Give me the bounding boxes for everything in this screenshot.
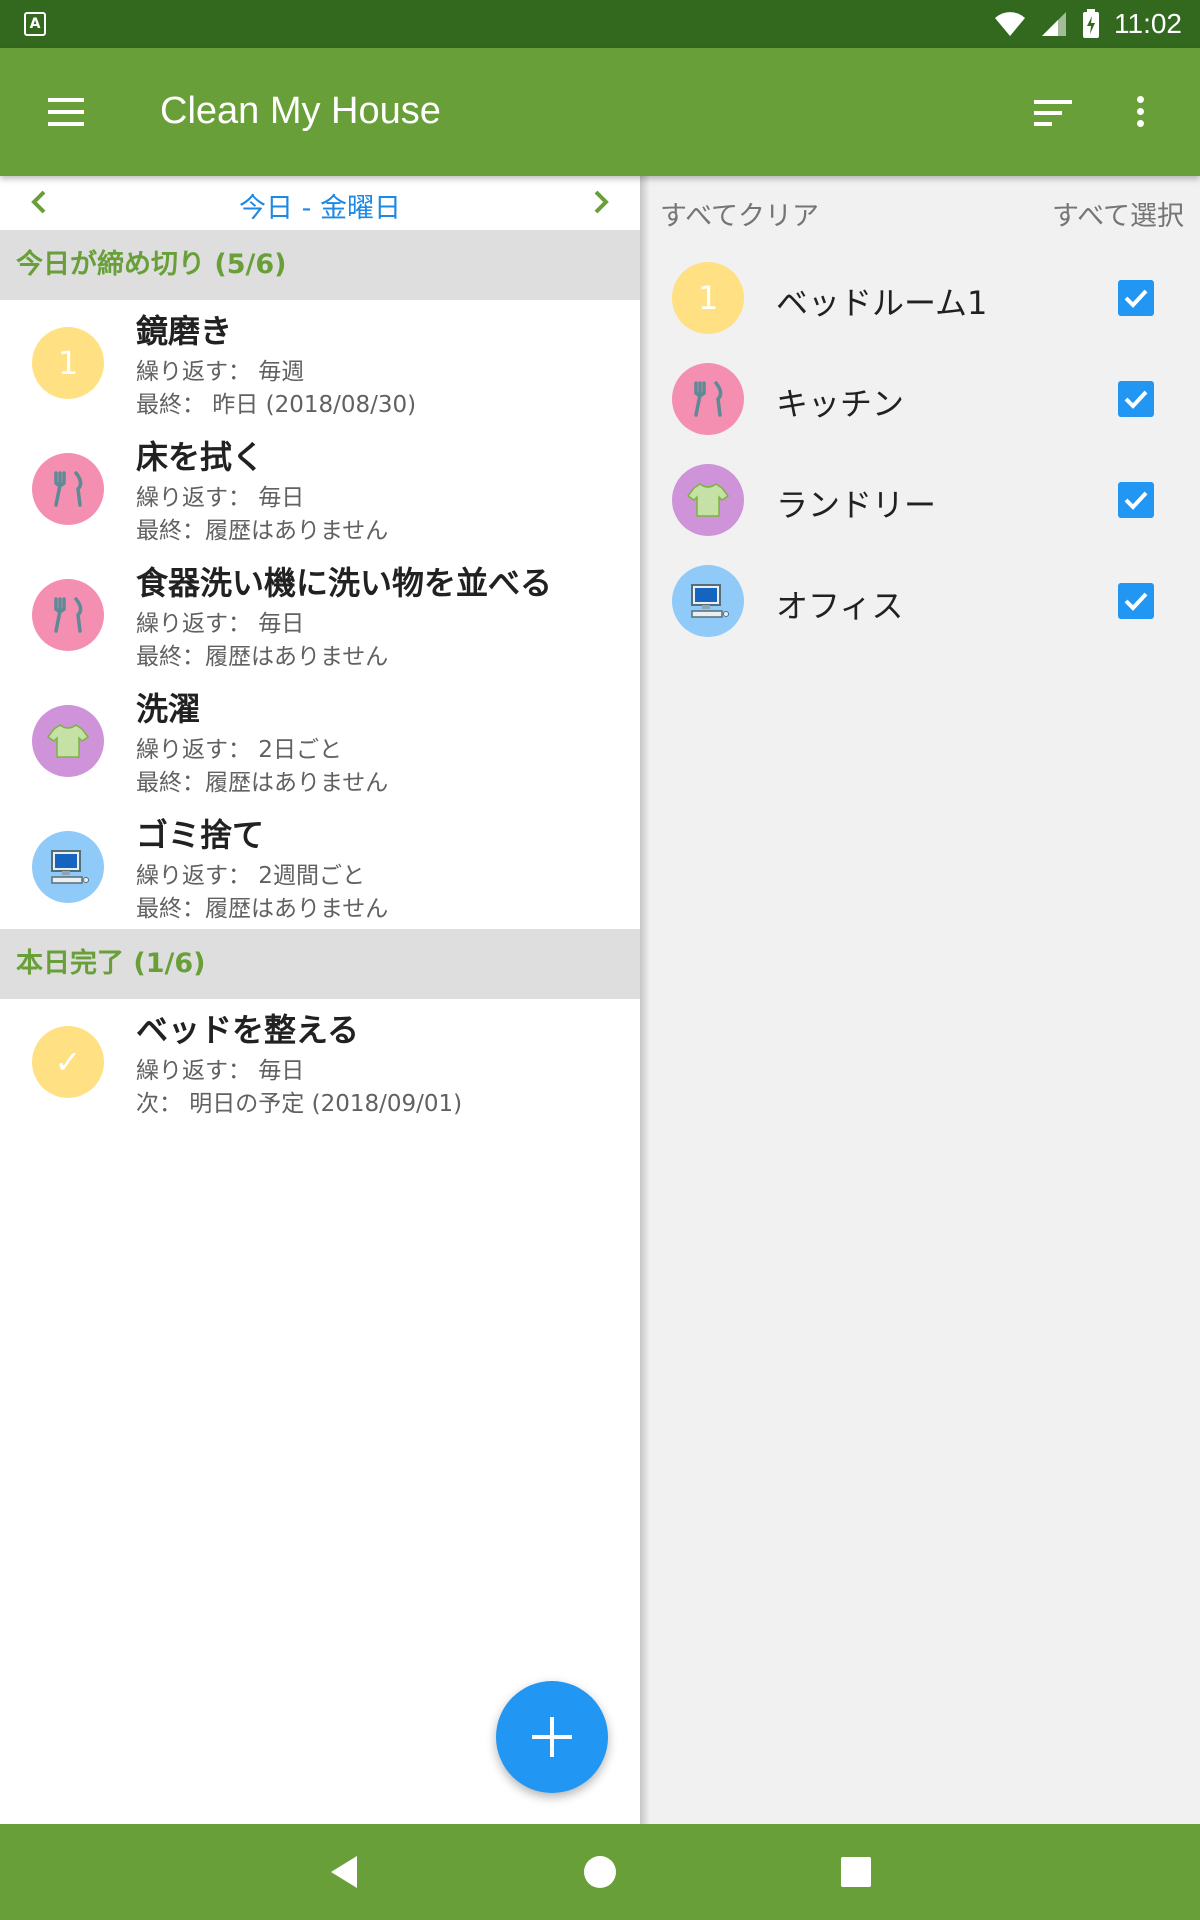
checkmark-icon: ✓ <box>32 1026 104 1098</box>
status-time: 11:02 <box>1114 8 1182 39</box>
room-label: オフィス <box>776 587 904 625</box>
fork-knife-icon <box>672 363 744 435</box>
date-navigator: 今日 - 金曜日 <box>0 176 640 230</box>
task-repeat: 繰り返す： 毎日 <box>136 611 305 637</box>
fork-knife-icon <box>32 453 104 525</box>
tshirt-icon <box>32 705 104 777</box>
back-icon[interactable] <box>325 1852 365 1892</box>
room-label: ベッドルーム1 <box>776 284 988 322</box>
plus-icon-vertical <box>550 1717 554 1757</box>
room-item-bedroom[interactable]: 1 ベッドルーム1 <box>640 248 1200 348</box>
battery-charging-icon <box>1083 9 1099 38</box>
recents-icon[interactable] <box>836 1852 876 1892</box>
room-item-office[interactable]: オフィス <box>640 551 1200 651</box>
room-filter-pane: すべてクリア すべて選択 1 ベッドルーム1 キッチン ランドリー オフィス <box>640 176 1200 1824</box>
home-icon[interactable] <box>580 1852 620 1892</box>
current-date-label: 今日 - 金曜日 <box>239 193 401 224</box>
task-title: ゴミ捨て <box>136 816 265 854</box>
fork-knife-icon <box>32 579 104 651</box>
more-options-icon[interactable] <box>1122 92 1158 132</box>
room-checkbox[interactable] <box>1118 381 1154 417</box>
task-repeat: 繰り返す： 毎日 <box>136 485 305 511</box>
pane-divider <box>640 176 650 1824</box>
task-item[interactable]: 1 鏡磨き 繰り返す： 毎週 最終： 昨日 (2018/08/30) <box>0 300 640 426</box>
chevron-right-icon[interactable] <box>582 184 618 220</box>
section-header-due-today: 今日が締め切り (5/6) <box>0 230 640 300</box>
select-all-button[interactable]: すべて選択 <box>1052 194 1184 233</box>
computer-icon <box>32 831 104 903</box>
task-last-done: 最終：履歴はありません <box>136 644 389 670</box>
room-checkbox[interactable] <box>1118 482 1154 518</box>
room-checkbox[interactable] <box>1118 280 1154 316</box>
task-item[interactable]: ゴミ捨て 繰り返す： 2週間ごと 最終：履歴はありません <box>0 804 640 930</box>
task-last-done: 最終：履歴はありません <box>136 896 389 922</box>
room-checkbox[interactable] <box>1118 583 1154 619</box>
task-last-done: 最終：履歴はありません <box>136 770 389 796</box>
task-repeat: 繰り返す： 毎日 <box>136 1058 305 1084</box>
system-nav-bar <box>0 1824 1200 1920</box>
task-title: ベッドを整える <box>136 1011 360 1049</box>
sort-icon[interactable] <box>1034 94 1078 134</box>
task-item-done[interactable]: ✓ ベッドを整える 繰り返す： 毎日 次： 明日の予定 (2018/09/01) <box>0 999 640 1125</box>
task-title: 鏡磨き <box>136 312 233 350</box>
computer-icon <box>672 565 744 637</box>
clear-all-button[interactable]: すべてクリア <box>660 194 819 233</box>
room-label: ランドリー <box>776 486 937 524</box>
task-last-done: 最終： 昨日 (2018/08/30) <box>136 392 417 418</box>
room-item-kitchen[interactable]: キッチン <box>640 349 1200 449</box>
task-last-done: 最終：履歴はありません <box>136 518 389 544</box>
add-task-button[interactable] <box>496 1681 608 1793</box>
number-one-icon: 1 <box>32 327 104 399</box>
task-title: 床を拭く <box>136 438 265 476</box>
task-item[interactable]: 洗濯 繰り返す： 2日ごと 最終：履歴はありません <box>0 678 640 804</box>
task-title: 食器洗い機に洗い物を並べる <box>136 564 553 602</box>
task-list-pane: 今日 - 金曜日 今日が締め切り (5/6) 1 鏡磨き 繰り返す： 毎週 最終… <box>0 176 640 1824</box>
task-repeat: 繰り返す： 2日ごと <box>136 737 342 763</box>
room-label: キッチン <box>776 385 905 423</box>
task-title: 洗濯 <box>136 690 201 728</box>
wifi-icon <box>995 12 1025 37</box>
task-repeat: 繰り返す： 2週間ごと <box>136 863 365 889</box>
section-header-done-today: 本日完了 (1/6) <box>0 929 640 999</box>
notification-a-icon: A <box>24 12 46 36</box>
task-repeat: 繰り返す： 毎週 <box>136 359 305 385</box>
status-bar: A 11:02 <box>0 0 1200 48</box>
task-item[interactable]: 床を拭く 繰り返す： 毎日 最終：履歴はありません <box>0 426 640 552</box>
app-title: Clean My House <box>160 90 441 132</box>
task-item[interactable]: 食器洗い機に洗い物を並べる 繰り返す： 毎日 最終：履歴はありません <box>0 552 640 678</box>
number-one-icon: 1 <box>672 262 744 334</box>
room-item-laundry[interactable]: ランドリー <box>640 450 1200 550</box>
hamburger-menu-icon[interactable] <box>46 92 86 132</box>
task-next-due: 次： 明日の予定 (2018/09/01) <box>136 1091 463 1117</box>
cell-signal-icon <box>1042 12 1066 36</box>
app-bar: Clean My House <box>0 48 1200 176</box>
tshirt-icon <box>672 464 744 536</box>
